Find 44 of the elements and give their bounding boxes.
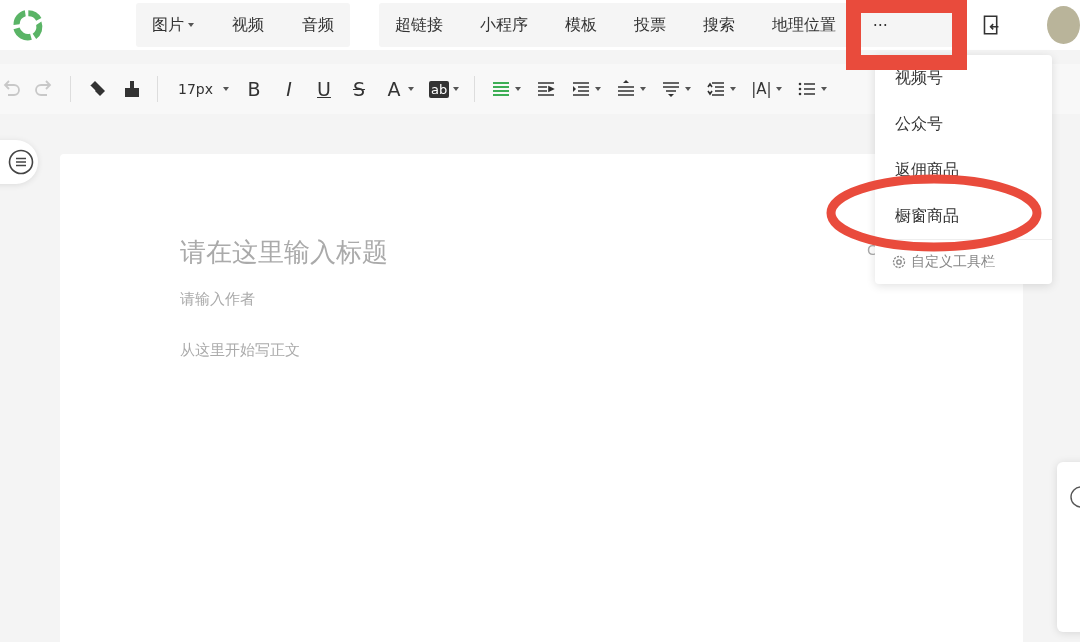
caret-icon [730,87,737,91]
caret-icon [515,87,522,91]
bold-button[interactable]: B [244,74,264,104]
caret-icon [595,87,602,91]
line-height-icon [706,79,727,99]
insert-tab[interactable]: 模板 [564,14,597,36]
caret-icon [187,23,194,27]
caret-icon [223,87,229,91]
settings-icon [891,254,907,270]
insert-tab[interactable]: 音频 [301,14,334,36]
font-size-dropdown[interactable]: 17px [174,74,229,104]
insert-tab[interactable]: 地理位置 [771,14,836,36]
highlight-button[interactable]: ab [429,74,460,104]
outline-button[interactable] [0,140,38,184]
caret-icon [820,87,827,91]
spacing-after-icon [661,79,682,99]
underline-button[interactable]: U [314,74,334,104]
strikethrough-button[interactable]: S [349,74,369,104]
menu-item[interactable]: 橱窗商品 [895,206,959,226]
caret-icon [775,87,782,91]
font-color-button[interactable]: A [384,74,414,104]
insert-tab[interactable]: 视频 [231,14,264,36]
caret-icon [640,87,647,91]
insert-tab[interactable]: 搜索 [702,14,735,36]
italic-button[interactable]: I [279,74,299,104]
spacing-before-icon [616,79,637,99]
customize-toolbar-link[interactable]: 自定义工具栏 [875,239,1052,284]
letter-spacing-button[interactable]: |A| [751,74,782,104]
insert-tab[interactable]: 投票 [633,14,666,36]
insert-tab[interactable]: 超链接 [394,14,443,36]
caret-icon [685,87,692,91]
insert-tab[interactable]: ··· [872,15,888,35]
insert-tab[interactable]: 图片 [151,14,194,36]
eraser-icon [87,79,107,99]
caret-icon [453,87,460,91]
indent-icon [571,79,592,99]
insert-tab[interactable]: 小程序 [479,14,528,36]
list-icon [8,149,34,175]
caret-icon [408,87,414,91]
indent-right-icon [536,79,557,99]
menu-item[interactable]: 公众号 [895,114,943,134]
menu-item[interactable]: 视频号 [895,68,943,88]
align-icon [491,79,512,99]
brush-icon [122,79,142,99]
